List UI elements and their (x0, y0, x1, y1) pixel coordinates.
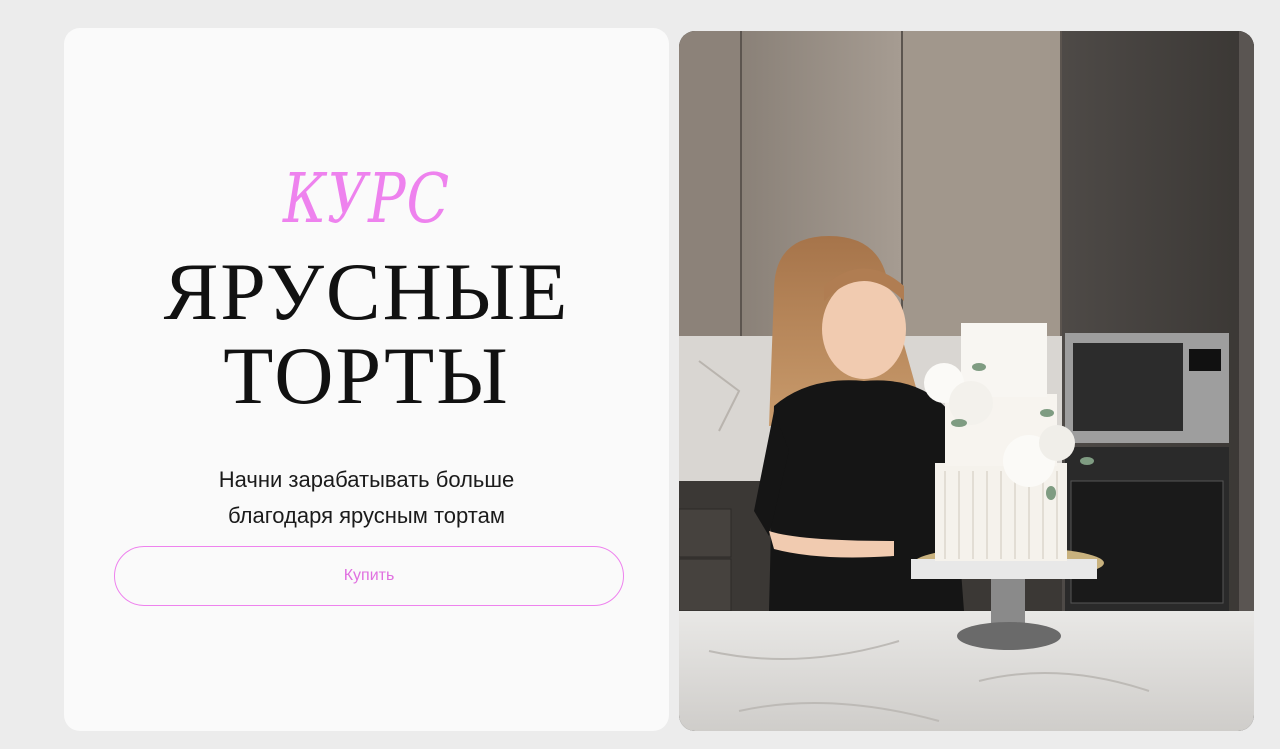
course-title-line-1: ЯРУСНЫЕ (163, 246, 570, 337)
hero-text-card: КУРС ЯРУСНЫЕ ТОРТЫ Начни зарабатывать бо… (64, 28, 669, 731)
course-title-line-2: ТОРТЫ (223, 330, 510, 421)
course-eyebrow: КУРС (283, 160, 450, 239)
course-subtitle: Начни зарабатывать больше благодаря ярус… (64, 462, 669, 534)
subtitle-line-1: Начни зарабатывать больше (218, 467, 515, 492)
photo-woman-with-tiered-cake (679, 31, 1254, 731)
buy-button[interactable]: Купить (114, 546, 624, 606)
subtitle-line-2: благодаря ярусным тортам (228, 503, 505, 528)
course-title: ЯРУСНЫЕ ТОРТЫ (64, 250, 669, 418)
hero-photo (679, 31, 1254, 731)
